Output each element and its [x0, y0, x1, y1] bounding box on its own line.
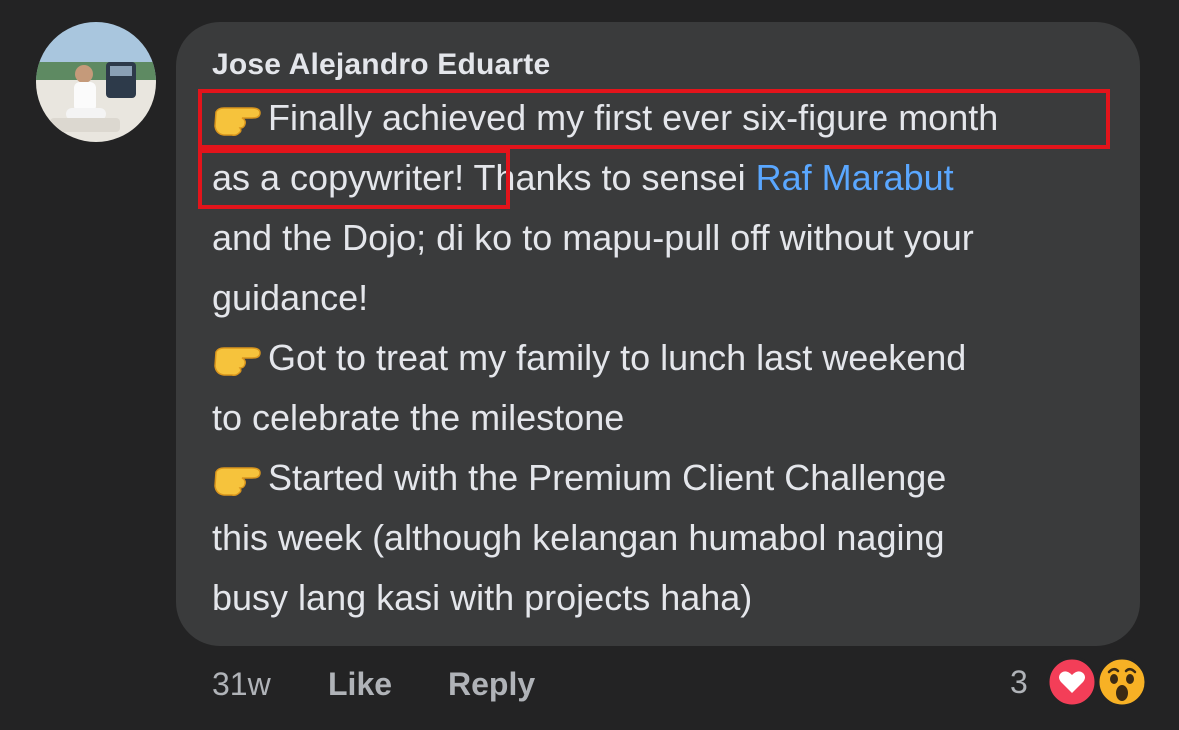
comment-text: to celebrate the milestone — [212, 397, 625, 438]
heart-icon — [1046, 656, 1098, 708]
comment-line-3: and the Dojo; di ko to mapu-pull off wit… — [212, 218, 974, 258]
reaction-summary[interactable]: 3 — [1010, 656, 1150, 708]
comment-text: busy lang kasi with projects haha) — [212, 577, 753, 618]
comment-line-8: this week (although kelangan humabol nag… — [212, 518, 945, 558]
avatar[interactable] — [36, 22, 156, 142]
comment-text: Got to treat my family to lunch last wee… — [268, 337, 967, 378]
pointing-hand-icon — [212, 458, 264, 498]
comment-timestamp[interactable]: 31w — [212, 662, 271, 706]
wow-icon — [1096, 656, 1148, 708]
highlight-box — [198, 149, 510, 209]
mention-link[interactable]: Raf Marabut — [756, 157, 954, 198]
comment-text: this week (although kelangan humabol nag… — [212, 517, 945, 558]
reaction-count: 3 — [1010, 664, 1028, 700]
comment-line-9: busy lang kasi with projects haha) — [212, 578, 752, 618]
comment-line-4: guidance! — [212, 278, 368, 318]
highlight-box — [198, 89, 1110, 149]
comment-line-7: Started with the Premium Client Challeng… — [212, 458, 946, 498]
comment-author[interactable]: Jose Alejandro Eduarte — [212, 48, 550, 82]
reply-button[interactable]: Reply — [448, 662, 535, 706]
like-button[interactable]: Like — [328, 662, 392, 706]
comment-line-5: Got to treat my family to lunch last wee… — [212, 338, 966, 378]
comment-screenshot: Jose Alejandro Eduarte Finally achieved … — [0, 0, 1179, 730]
comment-text: Started with the Premium Client Challeng… — [268, 457, 947, 498]
comment-line-6: to celebrate the milestone — [212, 398, 624, 438]
comment-text: guidance! — [212, 277, 369, 318]
comment-text: and the Dojo; di ko to mapu-pull off wit… — [212, 217, 974, 258]
pointing-hand-icon — [212, 338, 264, 378]
